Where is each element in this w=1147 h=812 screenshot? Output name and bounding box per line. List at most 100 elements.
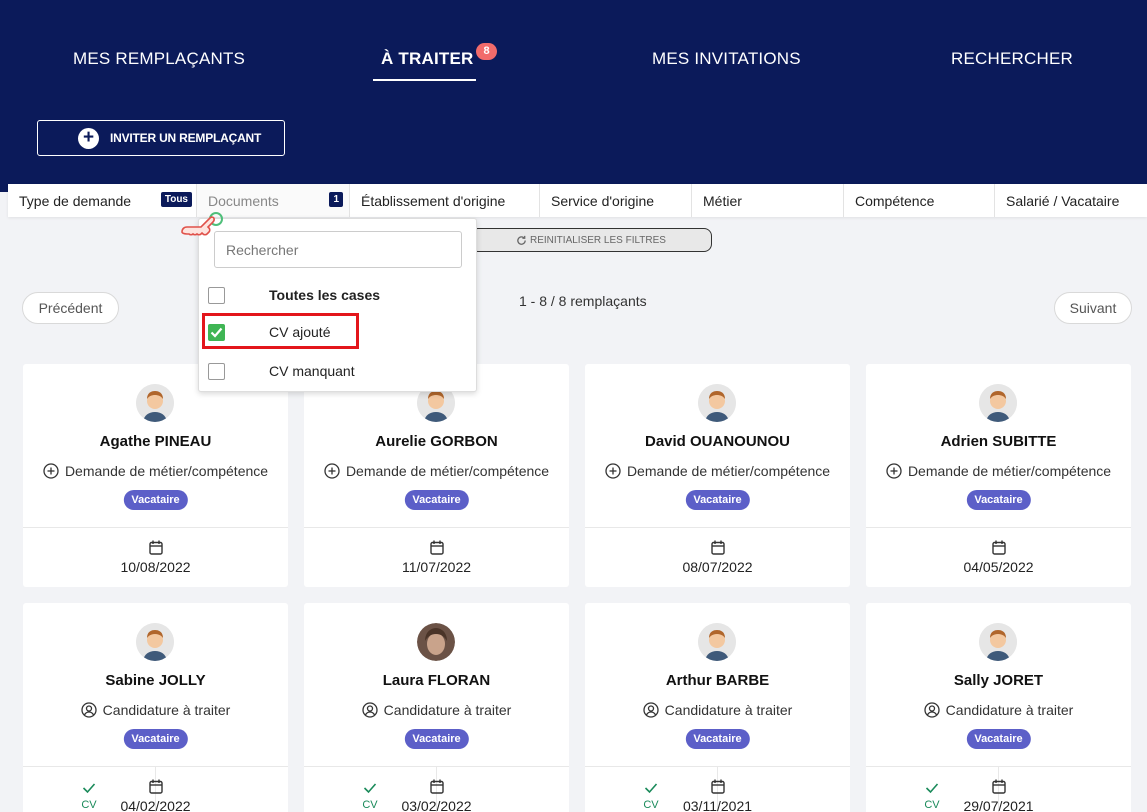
- card-divider: [23, 527, 288, 528]
- top-header: MES REMPLAÇANTS À TRAITER 8 MES INVITATI…: [0, 0, 1147, 192]
- nav-a-traiter-badge: 8: [476, 43, 497, 60]
- card-request-type: Demande de métier/compétence: [23, 463, 288, 479]
- replacement-card[interactable]: Sally JORET Candidature à traiter Vacata…: [866, 603, 1131, 812]
- card-name[interactable]: Arthur BARBE: [585, 672, 850, 689]
- refresh-icon: [517, 235, 526, 245]
- dropdown-option-all-label: Toutes les cases: [269, 287, 381, 303]
- user-circle-icon: [362, 702, 378, 718]
- filter-metier[interactable]: Métier: [692, 184, 844, 217]
- card-request-type: Demande de métier/compétence: [866, 463, 1131, 479]
- user-circle-icon: [81, 702, 97, 718]
- card-request-type: Demande de métier/compétence: [585, 463, 850, 479]
- plus-circle-outline-icon: [43, 463, 59, 479]
- avatar: [979, 623, 1017, 661]
- card-request-type: Candidature à traiter: [23, 702, 288, 718]
- card-divider: [866, 527, 1131, 528]
- status-badge: Vacataire: [966, 490, 1031, 510]
- calendar-icon: [429, 779, 444, 794]
- dropdown-option-cv-manquant[interactable]: CV manquant: [208, 360, 468, 382]
- results-count: 1 - 8 / 8 remplaçants: [519, 293, 647, 309]
- replacement-card[interactable]: Sabine JOLLY Candidature à traiter Vacat…: [23, 603, 288, 812]
- card-name[interactable]: David OUANOUNOU: [585, 433, 850, 450]
- filter-documents-badge: 1: [329, 192, 343, 207]
- card-date: 04/05/2022: [963, 559, 1034, 575]
- status-badge: Vacataire: [404, 490, 469, 510]
- nav-a-traiter[interactable]: À TRAITER: [381, 49, 473, 69]
- card-name[interactable]: Aurelie GORBON: [304, 433, 569, 450]
- avatar: [136, 384, 174, 422]
- card-request-label: Candidature à traiter: [945, 702, 1074, 718]
- card-date: 11/07/2022: [401, 559, 472, 575]
- user-circle-icon: [924, 702, 940, 718]
- calendar-icon: [991, 540, 1006, 555]
- plus-circle-outline-icon: [324, 463, 340, 479]
- card-name[interactable]: Agathe PINEAU: [23, 433, 288, 450]
- reset-filters-button[interactable]: REINITIALISER LES FILTRES: [470, 228, 712, 252]
- filter-service[interactable]: Service d'origine: [540, 184, 692, 217]
- avatar: [136, 623, 174, 661]
- reset-filters-label: REINITIALISER LES FILTRES: [530, 234, 666, 246]
- avatar: [698, 623, 736, 661]
- calendar-icon: [710, 540, 725, 555]
- previous-button[interactable]: Précédent: [22, 292, 119, 324]
- status-badge: Vacataire: [685, 729, 750, 749]
- card-date: 03/11/2021: [682, 798, 753, 812]
- card-divider: [585, 527, 850, 528]
- replacement-card[interactable]: Agathe PINEAU Demande de métier/compéten…: [23, 364, 288, 587]
- filter-documents-label: Documents: [208, 192, 279, 209]
- filter-etablissement[interactable]: Établissement d'origine: [350, 184, 540, 217]
- next-button[interactable]: Suivant: [1054, 292, 1132, 324]
- card-date: 29/07/2021: [963, 798, 1034, 812]
- dropdown-option-all[interactable]: Toutes les cases: [208, 284, 468, 306]
- status-badge: Vacataire: [123, 490, 188, 510]
- card-request-type: Candidature à traiter: [585, 702, 850, 718]
- card-request-label: Candidature à traiter: [664, 702, 793, 718]
- card-date: 10/08/2022: [120, 559, 191, 575]
- status-badge: Vacataire: [123, 729, 188, 749]
- invite-replacement-button[interactable]: + INVITER UN REMPLAÇANT: [37, 120, 285, 156]
- card-name[interactable]: Adrien SUBITTE: [866, 433, 1131, 450]
- replacement-card[interactable]: Laura FLORAN Candidature à traiter Vacat…: [304, 603, 569, 812]
- card-name[interactable]: Sally JORET: [866, 672, 1131, 689]
- card-request-label: Demande de métier/compétence: [64, 463, 269, 479]
- replacement-card[interactable]: Adrien SUBITTE Demande de métier/compéte…: [866, 364, 1131, 587]
- avatar: [417, 623, 455, 661]
- calendar-icon: [429, 540, 444, 555]
- nav-rechercher[interactable]: RECHERCHER: [951, 49, 1073, 69]
- avatar: [979, 384, 1017, 422]
- user-circle-icon: [643, 702, 659, 718]
- status-badge: Vacataire: [966, 729, 1031, 749]
- invite-button-label: INVITER UN REMPLAÇANT: [110, 131, 262, 145]
- filter-salarie-vacataire[interactable]: Salarié / Vacataire: [995, 184, 1147, 217]
- replacement-card[interactable]: Aurelie GORBON Demande de métier/compéte…: [304, 364, 569, 587]
- dropdown-option-cv-manquant-label: CV manquant: [269, 363, 355, 379]
- checkbox-cv-manquant[interactable]: [208, 362, 225, 380]
- nav-mes-remplacants[interactable]: MES REMPLAÇANTS: [73, 49, 245, 69]
- card-request-type: Candidature à traiter: [866, 702, 1131, 718]
- card-name[interactable]: Laura FLORAN: [304, 672, 569, 689]
- nav-mes-invitations[interactable]: MES INVITATIONS: [652, 49, 801, 69]
- card-date: 04/02/2022: [120, 798, 191, 812]
- checkbox-all[interactable]: [208, 286, 225, 304]
- calendar-icon: [148, 779, 163, 794]
- card-request-label: Candidature à traiter: [102, 702, 231, 718]
- card-request-label: Demande de métier/compétence: [907, 463, 1112, 479]
- card-request-label: Candidature à traiter: [383, 702, 512, 718]
- highlight-annotation-box: [202, 313, 359, 349]
- card-date: 03/02/2022: [401, 798, 472, 812]
- replacement-card[interactable]: David OUANOUNOU Demande de métier/compét…: [585, 364, 850, 587]
- replacement-card[interactable]: Arthur BARBE Candidature à traiter Vacat…: [585, 603, 850, 812]
- documents-filter-dropdown: Toutes les cases CV ajouté CV manquant: [198, 218, 477, 392]
- filter-type-demande-label: Type de demande: [19, 192, 132, 209]
- status-badge: Vacataire: [685, 490, 750, 510]
- plus-circle-icon: +: [78, 127, 99, 149]
- card-date: 08/07/2022: [682, 559, 753, 575]
- filter-type-demande[interactable]: Type de demande Tous: [8, 184, 197, 217]
- filter-competence[interactable]: Compétence: [844, 184, 995, 217]
- card-request-type: Candidature à traiter: [304, 702, 569, 718]
- card-divider: [304, 527, 569, 528]
- dropdown-search-input[interactable]: [214, 231, 462, 268]
- card-name[interactable]: Sabine JOLLY: [23, 672, 288, 689]
- calendar-icon: [991, 779, 1006, 794]
- plus-circle-outline-icon: [605, 463, 621, 479]
